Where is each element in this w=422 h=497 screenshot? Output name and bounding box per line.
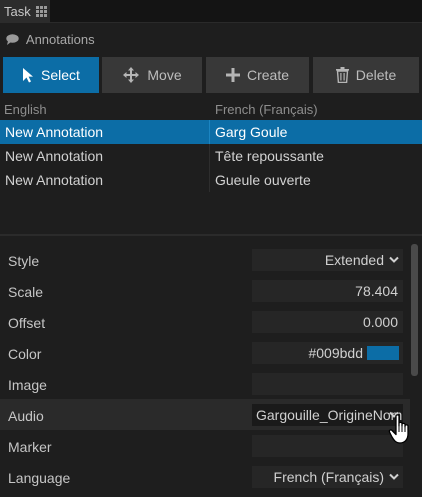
- property-audio: Audio Gargouille_OrigineNom: [0, 399, 410, 430]
- scrollbar-thumb[interactable]: [411, 244, 418, 376]
- table-row[interactable]: New Annotation Gueule ouverte: [0, 168, 422, 192]
- grid-icon[interactable]: [36, 6, 47, 17]
- create-button[interactable]: Create: [206, 57, 309, 93]
- tab-bar: Task: [0, 0, 422, 23]
- color-swatch[interactable]: [367, 346, 399, 360]
- property-scale: Scale 78.404: [0, 275, 410, 306]
- style-dropdown[interactable]: Extended: [252, 249, 403, 271]
- move-button-label: Move: [147, 67, 182, 83]
- annotation-toolbar: Select Move Create Delete: [3, 57, 419, 93]
- panel-splitter[interactable]: [0, 234, 422, 236]
- color-value: #009bdd: [308, 345, 363, 361]
- audio-value: Gargouille_OrigineNom: [256, 407, 403, 423]
- tab-task[interactable]: Task: [0, 0, 50, 23]
- property-image: Image: [0, 368, 410, 399]
- image-field[interactable]: [252, 373, 403, 395]
- property-style: Style Extended: [0, 244, 410, 275]
- table-row[interactable]: New Annotation Garg Goule: [0, 120, 422, 144]
- property-marker: Marker: [0, 430, 410, 461]
- column-header-french[interactable]: French (Français): [215, 102, 318, 117]
- move-button[interactable]: Move: [102, 57, 202, 93]
- audio-dropdown[interactable]: Gargouille_OrigineNom: [252, 404, 403, 426]
- cell-french: Garg Goule: [215, 124, 288, 140]
- column-divider: [209, 144, 210, 168]
- delete-button-label: Delete: [355, 67, 397, 83]
- plus-icon: [225, 68, 240, 82]
- column-header-english[interactable]: English: [4, 102, 47, 117]
- image-label: Image: [8, 377, 47, 393]
- style-value: Extended: [324, 252, 384, 268]
- marker-label: Marker: [8, 439, 52, 455]
- table-row[interactable]: New Annotation Tête repoussante: [0, 144, 422, 168]
- style-label: Style: [8, 253, 40, 269]
- scale-label: Scale: [8, 284, 44, 300]
- delete-button[interactable]: Delete: [313, 57, 419, 93]
- select-button[interactable]: Select: [3, 57, 99, 93]
- panel-header: Annotations: [0, 28, 422, 50]
- language-dropdown[interactable]: French (Français): [252, 466, 403, 488]
- select-button-label: Select: [41, 67, 80, 83]
- panel-title: Annotations: [25, 32, 95, 47]
- offset-value: 0.000: [362, 314, 398, 330]
- cell-english: New Annotation: [5, 124, 104, 140]
- marker-field[interactable]: [252, 435, 403, 457]
- offset-field[interactable]: 0.000: [252, 311, 403, 333]
- cell-english: New Annotation: [5, 172, 104, 188]
- language-label: Language: [8, 470, 71, 486]
- scale-field[interactable]: 78.404: [252, 280, 403, 302]
- speech-bubble-icon: [6, 34, 19, 45]
- property-offset: Offset 0.000: [0, 306, 410, 337]
- create-button-label: Create: [246, 67, 290, 83]
- trash-icon: [335, 67, 349, 83]
- chevron-down-icon: [389, 473, 399, 480]
- color-field[interactable]: #009bdd: [252, 342, 403, 364]
- cursor-arrow-icon: [23, 68, 34, 83]
- cell-english: New Annotation: [5, 148, 104, 164]
- language-value: French (Français): [273, 469, 384, 485]
- properties-scrollbar[interactable]: [411, 244, 419, 497]
- hand-pointer-icon: [388, 414, 409, 444]
- offset-label: Offset: [8, 315, 46, 331]
- property-color: Color #009bdd: [0, 337, 410, 368]
- cell-french: Tête repoussante: [215, 148, 324, 164]
- table-header: English French (Français): [0, 99, 422, 119]
- tab-task-label: Task: [4, 4, 31, 19]
- column-divider: [209, 168, 210, 192]
- scale-value: 78.404: [355, 283, 398, 299]
- move-arrows-icon: [123, 67, 140, 83]
- property-language: Language French (Français): [0, 461, 410, 492]
- cell-french: Gueule ouverte: [215, 172, 311, 188]
- column-divider: [209, 120, 210, 144]
- color-label: Color: [8, 346, 42, 362]
- audio-label: Audio: [8, 408, 44, 424]
- chevron-down-icon: [389, 256, 399, 263]
